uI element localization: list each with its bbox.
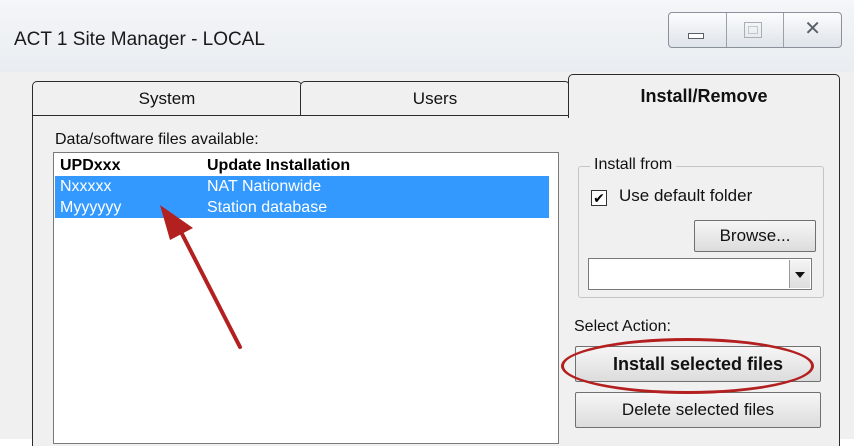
use-default-folder-checkbox[interactable]: ✔ — [591, 190, 607, 206]
files-listbox[interactable]: UPDxxx Update Installation Nxxxxx NAT Na… — [53, 152, 559, 444]
maximize-icon — [743, 22, 762, 38]
close-icon: ✕ — [804, 18, 822, 40]
install-selected-files-button[interactable]: Install selected files — [575, 346, 821, 382]
file-code: Myyyyyy — [60, 199, 122, 216]
install-from-legend: Install from — [590, 156, 677, 174]
tab-install-remove[interactable]: Install/Remove — [568, 74, 840, 118]
list-item[interactable]: Myyyyyy Station database — [55, 197, 549, 218]
file-code: UPDxxx — [60, 157, 121, 174]
maximize-button[interactable] — [727, 13, 785, 47]
file-description: NAT Nationwide — [207, 178, 322, 195]
window-title: ACT 1 Site Manager - LOCAL — [14, 29, 265, 50]
use-default-folder-label[interactable]: Use default folder — [619, 186, 752, 206]
file-description: Update Installation — [207, 157, 351, 174]
close-button[interactable]: ✕ — [784, 13, 841, 47]
tab-strip: System Users Install/Remove — [0, 72, 854, 118]
title-bar[interactable]: ACT 1 Site Manager - LOCAL ✕ — [0, 0, 854, 72]
files-available-label: Data/software files available: — [55, 131, 259, 148]
list-item[interactable]: Nxxxxx NAT Nationwide — [55, 176, 549, 197]
delete-selected-files-button[interactable]: Delete selected files — [575, 392, 821, 428]
file-description: Station database — [207, 199, 328, 216]
minimize-icon — [688, 33, 704, 39]
file-code: Nxxxxx — [60, 178, 112, 195]
browse-button[interactable]: Browse... — [694, 220, 816, 252]
window-caption-buttons: ✕ — [668, 12, 842, 48]
tab-system[interactable]: System — [32, 81, 302, 116]
site-manager-window: ACT 1 Site Manager - LOCAL ✕ System User… — [0, 0, 854, 446]
minimize-button[interactable] — [669, 13, 727, 47]
chevron-down-icon[interactable] — [789, 260, 810, 288]
tab-users[interactable]: Users — [300, 81, 570, 116]
install-path-combobox[interactable] — [588, 258, 812, 290]
select-action-label: Select Action: — [574, 318, 671, 335]
list-item[interactable]: UPDxxx Update Installation — [55, 155, 549, 176]
